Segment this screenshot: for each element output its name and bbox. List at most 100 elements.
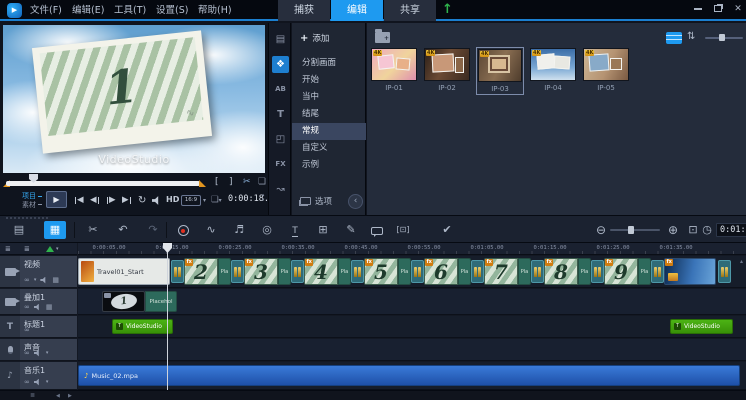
go-to-end-button[interactable]: ▶ (122, 195, 132, 205)
close-button[interactable]: ✕ (730, 0, 746, 18)
category-split-screen[interactable]: 分割画面 (292, 55, 366, 72)
record-capture-button[interactable] (172, 221, 194, 239)
track-mute-icon[interactable] (40, 277, 48, 284)
link-caret-icon[interactable]: ▾ (34, 277, 37, 283)
overlay-track[interactable]: 1 Placehol (78, 289, 746, 315)
media-library-icon[interactable]: ▤ (272, 31, 289, 48)
menu-settings[interactable]: 设置(S) (152, 0, 192, 21)
placeholder-clip[interactable]: fx4 Pla (304, 258, 351, 285)
overlay-clip-label[interactable]: Placehol (145, 291, 177, 312)
template-thumbnail[interactable]: 4K IP-05 (582, 47, 630, 95)
instant-project-icon[interactable]: ❖ (272, 56, 289, 73)
category-custom[interactable]: 自定义 (292, 140, 366, 157)
multiview-button[interactable]: ❏▾ (211, 195, 222, 205)
track-manager-button[interactable]: [⊡] (392, 221, 414, 239)
template-thumbnail[interactable]: 4K IP-01 (370, 47, 418, 95)
transition-clip[interactable] (591, 260, 604, 283)
music-track[interactable]: ♪ Music_02.mpa (78, 362, 746, 390)
voice-track-header[interactable]: 声音 ∞ ▾ (0, 339, 77, 361)
title-track-header[interactable]: T 标题1 ∞ (0, 316, 77, 338)
music-track-header[interactable]: ♪ 音乐1 ∞ ▾ (0, 362, 77, 390)
video-clip-travel-end[interactable]: fx (664, 258, 716, 285)
placeholder-clip[interactable]: fx3 Pla (244, 258, 291, 285)
transition-clip[interactable] (291, 260, 304, 283)
duration-clock-icon[interactable]: ◷ (700, 221, 714, 239)
trim-end-handle[interactable] (199, 180, 206, 187)
link-icon[interactable]: ∞ (24, 378, 30, 386)
music-clip[interactable]: ♪ Music_02.mpa (78, 365, 740, 386)
project-duration-timecode[interactable]: 0:01:33.18 (716, 223, 746, 237)
restore-button[interactable] (710, 0, 726, 18)
painting-creator-button[interactable]: ✎ (340, 221, 362, 239)
timeline-zoom-knob[interactable] (628, 226, 634, 234)
template-thumbnail[interactable]: 4K IP-02 (423, 47, 471, 95)
previous-frame-button[interactable]: ◀ (90, 195, 100, 205)
tab-edit[interactable]: 编辑 (331, 0, 383, 21)
ripple-caret-icon[interactable]: ▾ (56, 243, 59, 255)
menu-edit[interactable]: 编辑(E) (68, 0, 108, 21)
placeholder-clip[interactable]: fx7 Pla (484, 258, 531, 285)
volume-icon[interactable] (152, 196, 162, 205)
track-options-icon[interactable]: ≣ (24, 243, 30, 255)
menu-file[interactable]: 文件(F) (26, 0, 66, 21)
title-track[interactable]: T VideoStudio T VideoStudio (78, 316, 746, 338)
transition-clip[interactable] (231, 260, 244, 283)
filter-library-icon[interactable]: FX (272, 156, 289, 173)
transparency-grid-icon[interactable]: ▦ (46, 303, 53, 311)
upgrade-arrow-icon[interactable]: ↑ (442, 2, 453, 17)
category-general[interactable]: 常规 (292, 123, 366, 140)
ripple-edit-icon[interactable] (46, 246, 54, 252)
placeholder-clip[interactable]: fx6 Pla (424, 258, 471, 285)
motion-path-library-icon[interactable]: ↝ (272, 181, 289, 198)
timeline-ruler[interactable]: 0:00:05.00 0:00:15.00 0:00:25.00 0:00:35… (78, 243, 746, 255)
transition-clip[interactable] (411, 260, 424, 283)
category-opening[interactable]: 开始 (292, 72, 366, 89)
overlay-track-header[interactable]: 叠加1 ∞ ▦ (0, 289, 77, 315)
enlarge-preview-button[interactable]: ❏ (258, 177, 266, 187)
transition-clip[interactable] (351, 260, 364, 283)
play-button[interactable]: ▶ (46, 191, 67, 208)
menu-help[interactable]: 帮助(H) (194, 0, 236, 21)
link-icon[interactable]: ∞ (24, 326, 30, 334)
transition-library-icon[interactable]: AB (272, 81, 289, 98)
tab-share[interactable]: 共享 (384, 0, 436, 21)
transition-clip[interactable] (651, 260, 664, 283)
category-middle[interactable]: 当中 (292, 89, 366, 106)
mark-in-button[interactable]: [ (215, 177, 219, 187)
placeholder-clip[interactable]: fx8 Pla (544, 258, 591, 285)
transition-clip[interactable] (171, 260, 184, 283)
transparency-grid-icon[interactable]: ▦ (52, 276, 59, 284)
go-to-start-button[interactable]: ◀ (74, 195, 84, 205)
sort-icon[interactable]: ⇅ (687, 31, 695, 42)
link-icon[interactable]: ∞ (24, 349, 30, 357)
zoom-in-button[interactable]: ⊕ (662, 221, 684, 239)
template-thumbnail-selected[interactable]: 4K IP-03 (476, 47, 524, 95)
transition-clip[interactable] (471, 260, 484, 283)
track-caret-icon[interactable]: ▾ (46, 350, 49, 356)
zoom-out-button[interactable]: ⊖ (590, 221, 612, 239)
link-icon[interactable]: ∞ (24, 276, 30, 284)
multicam-editor-button[interactable]: ✂ (82, 221, 104, 239)
aspect-ratio-button[interactable]: 16:9 (181, 195, 201, 206)
subtitle-editor-button[interactable]: T (284, 221, 306, 239)
title-clip[interactable]: T VideoStudio (112, 319, 173, 334)
seek-bar[interactable] (6, 181, 200, 186)
track-caret-icon[interactable]: ▾ (46, 379, 49, 385)
clip-toggle-label[interactable]: 素材 (22, 201, 36, 209)
timeline-playhead-line[interactable] (167, 245, 168, 390)
graphic-library-icon[interactable]: ◰ (272, 131, 289, 148)
mask-creator-button[interactable]: ✔ (436, 221, 458, 239)
mark-out-button[interactable]: ] (229, 177, 233, 187)
timecode-spinner[interactable]: ▴▾ (262, 193, 264, 203)
track-mute-icon[interactable] (34, 350, 42, 357)
template-thumbnail[interactable]: 4K IP-04 (529, 47, 577, 95)
redo-button[interactable]: ↷ (142, 221, 164, 239)
title-library-icon[interactable]: T (272, 106, 289, 123)
undo-button[interactable]: ↶ (112, 221, 134, 239)
split-screen-template-button[interactable]: ⊞ (312, 221, 334, 239)
tab-capture[interactable]: 捕获 (278, 0, 330, 21)
hd-toggle[interactable]: HD (166, 195, 179, 204)
sound-mixer-button[interactable]: ∿ (200, 221, 222, 239)
scroll-right-button[interactable]: ▶ (68, 391, 72, 400)
project-clip-toggle[interactable]: 项目 素材 (22, 192, 42, 209)
